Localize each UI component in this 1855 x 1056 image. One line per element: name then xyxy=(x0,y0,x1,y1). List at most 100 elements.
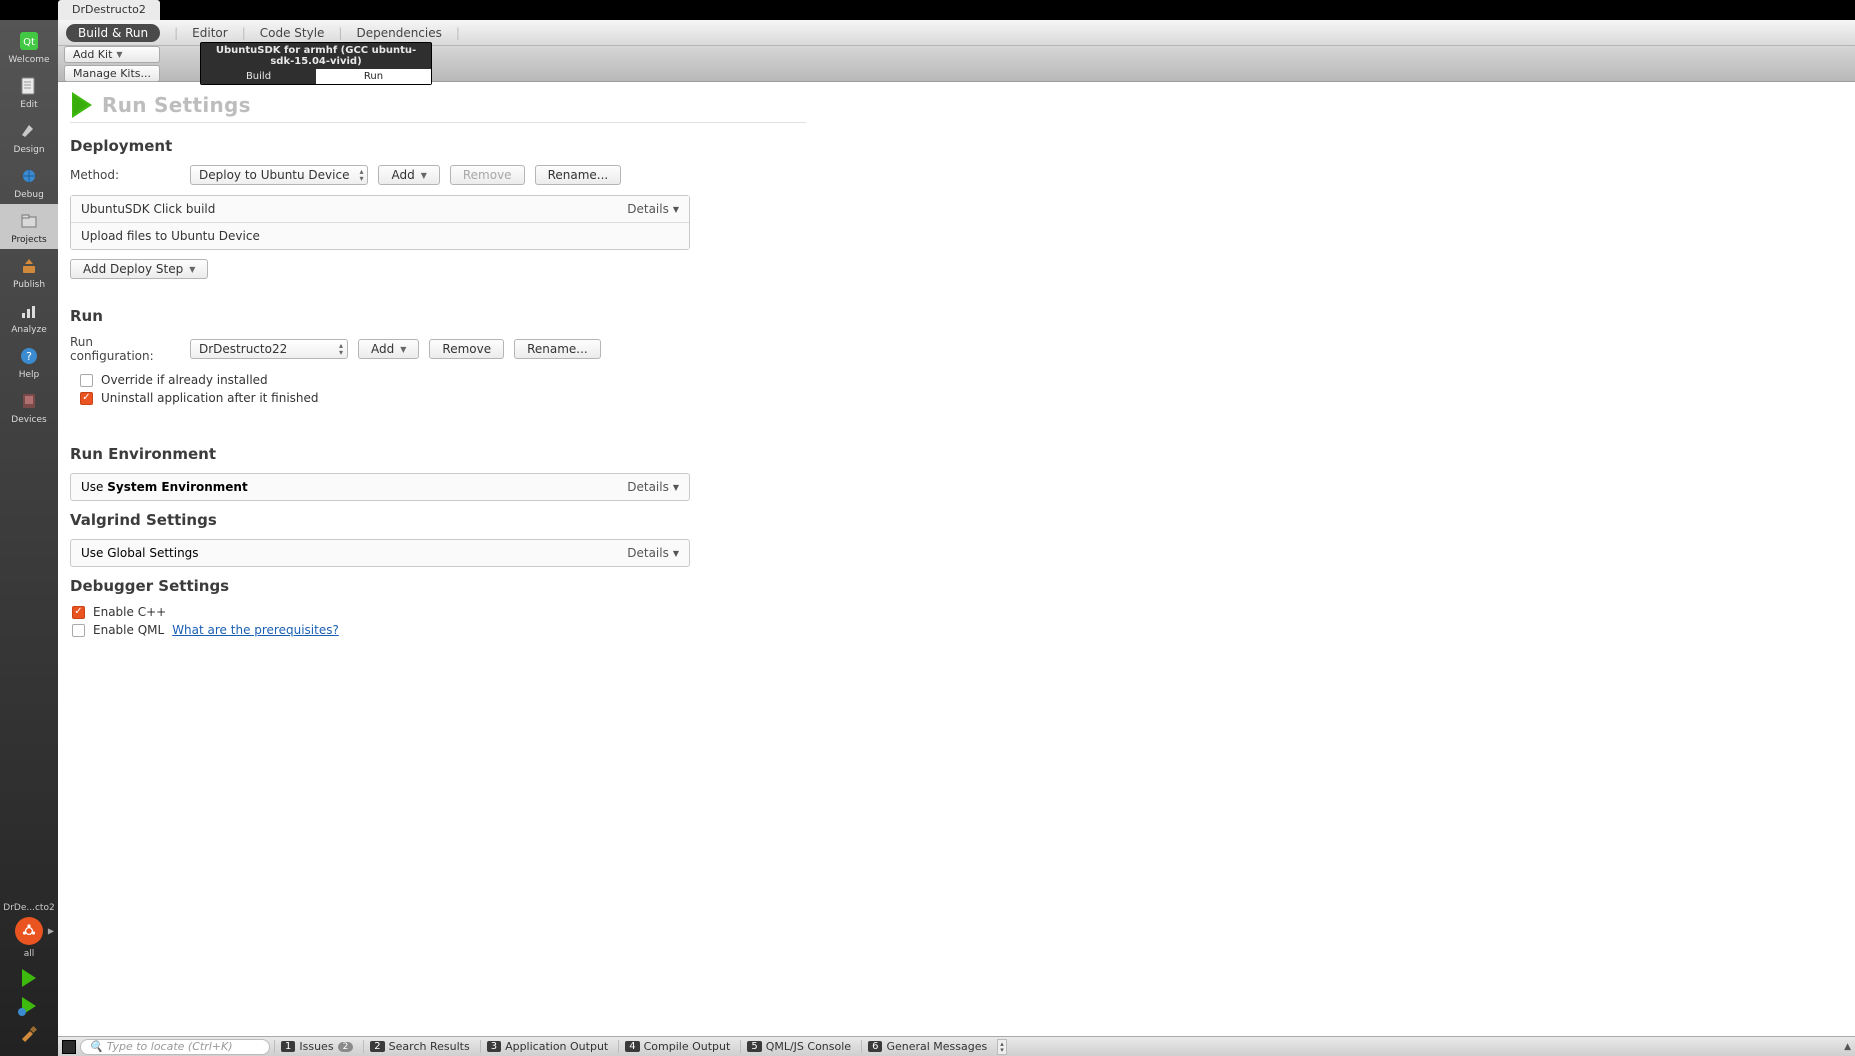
run-config-select[interactable]: DrDestructo22 ▴▾ xyxy=(190,339,348,359)
sidebar-item-projects[interactable]: Projects xyxy=(0,204,58,249)
sidebar-item-publish[interactable]: Publish xyxy=(0,249,58,294)
enable-qml-checkbox[interactable] xyxy=(72,624,85,637)
select-arrows-icon: ▴▾ xyxy=(339,342,343,356)
sidebar-item-label: Edit xyxy=(20,100,37,110)
debug-icon xyxy=(17,164,41,188)
add-deploy-step-button[interactable]: Add Deploy Step▼ xyxy=(70,259,208,279)
run-icon xyxy=(72,92,92,118)
deploy-step-row[interactable]: Upload files to Ubuntu Device xyxy=(71,223,689,249)
subtab-code-style[interactable]: Code Style xyxy=(260,26,325,40)
output-pane-issues[interactable]: 1Issues2 xyxy=(274,1040,359,1053)
deploy-remove-button[interactable]: Remove xyxy=(450,165,525,185)
override-checkbox[interactable] xyxy=(80,374,93,387)
subtab-build-run[interactable]: Build & Run xyxy=(66,24,160,42)
chevron-down-icon: ▼ xyxy=(116,50,122,59)
output-pane-qmljs[interactable]: 5QML/JS Console xyxy=(740,1040,857,1053)
ubuntu-icon xyxy=(15,917,43,945)
window-top-bar: DrDestructo2 xyxy=(0,0,1855,20)
run-remove-button[interactable]: Remove xyxy=(429,339,504,359)
projects-icon xyxy=(17,209,41,233)
deploy-rename-button[interactable]: Rename... xyxy=(535,165,622,185)
edit-icon xyxy=(17,74,41,98)
sidebar-item-help[interactable]: ? Help xyxy=(0,339,58,384)
publish-icon xyxy=(17,254,41,278)
chevron-right-icon: ▶ xyxy=(48,927,54,936)
deploy-step-row[interactable]: UbuntuSDK Click build Details▼ xyxy=(71,196,689,223)
kits-toolbar: Add Kit▼ Manage Kits... UbuntuSDK for ar… xyxy=(58,46,1855,82)
deploy-add-button[interactable]: Add▼ xyxy=(378,165,439,185)
design-icon xyxy=(17,119,41,143)
sidebar-item-label: Design xyxy=(13,145,44,155)
run-add-button[interactable]: Add▼ xyxy=(358,339,419,359)
kit-card: UbuntuSDK for armhf (GCC ubuntu-sdk-15.0… xyxy=(200,42,432,85)
uninstall-checkbox[interactable] xyxy=(80,392,93,405)
manage-kits-button[interactable]: Manage Kits... xyxy=(64,65,160,82)
section-debugger: Debugger Settings xyxy=(70,577,806,595)
kit-selector[interactable]: ▶ xyxy=(0,915,58,947)
method-select[interactable]: Deploy to Ubuntu Device ▴▾ xyxy=(190,165,368,185)
details-toggle[interactable]: Details▼ xyxy=(627,480,679,494)
chevron-down-icon: ▼ xyxy=(189,265,195,274)
deploy-step-label: UbuntuSDK Click build xyxy=(81,202,215,216)
page-header: Run Settings xyxy=(70,92,806,123)
method-label: Method: xyxy=(70,168,180,182)
env-row[interactable]: Use System Environment Details▼ xyxy=(70,473,690,501)
chevron-down-icon: ▼ xyxy=(673,549,679,558)
issues-count-badge: 2 xyxy=(338,1042,354,1052)
prerequisites-link[interactable]: What are the prerequisites? xyxy=(172,623,339,637)
progress-details-toggle[interactable]: ▲ xyxy=(1844,1042,1851,1052)
mode-sidebar: Qt Welcome Edit Design Debug Projects Pu… xyxy=(0,20,58,1056)
checkbox-label: Enable QML xyxy=(93,623,164,637)
deploy-steps: UbuntuSDK Click build Details▼ Upload fi… xyxy=(70,195,690,250)
section-deployment: Deployment xyxy=(70,137,806,155)
details-toggle[interactable]: Details▼ xyxy=(627,546,679,560)
output-pane-search[interactable]: 2Search Results xyxy=(363,1040,475,1053)
kit-title: UbuntuSDK for armhf (GCC ubuntu-sdk-15.0… xyxy=(201,43,431,69)
chevron-down-icon: ▼ xyxy=(400,345,406,354)
sidebar-item-label: Projects xyxy=(11,235,46,245)
sidebar-item-analyze[interactable]: Analyze xyxy=(0,294,58,339)
output-pane-general[interactable]: 6General Messages xyxy=(861,1040,993,1053)
checkbox-label: Uninstall application after it finished xyxy=(101,391,319,405)
project-tab[interactable]: DrDestructo2 xyxy=(58,0,160,20)
sidebar-item-welcome[interactable]: Qt Welcome xyxy=(0,24,58,69)
sidebar-item-label: Devices xyxy=(11,415,46,425)
select-arrows-icon: ▴▾ xyxy=(359,168,363,182)
valgrind-row[interactable]: Use Global Settings Details▼ xyxy=(70,539,690,567)
chevron-down-icon: ▼ xyxy=(421,171,427,180)
add-kit-button[interactable]: Add Kit▼ xyxy=(64,46,160,63)
section-run-environment: Run Environment xyxy=(70,445,806,463)
subtab-dependencies[interactable]: Dependencies xyxy=(356,26,441,40)
sidebar-toggle-button[interactable] xyxy=(62,1040,76,1054)
sidebar-item-label: Analyze xyxy=(11,325,46,335)
devices-icon xyxy=(17,389,41,413)
debug-run-button[interactable] xyxy=(22,997,36,1015)
analyze-icon xyxy=(17,299,41,323)
build-button[interactable] xyxy=(19,1025,39,1050)
sidebar-item-design[interactable]: Design xyxy=(0,114,58,159)
subtab-editor[interactable]: Editor xyxy=(192,26,228,40)
run-button[interactable] xyxy=(22,969,36,987)
sidebar-item-edit[interactable]: Edit xyxy=(0,69,58,114)
sidebar-item-devices[interactable]: Devices xyxy=(0,384,58,429)
locator-input[interactable]: 🔍 Type to locate (Ctrl+K) xyxy=(80,1039,270,1055)
sidebar-item-debug[interactable]: Debug xyxy=(0,159,58,204)
details-toggle[interactable]: Details▼ xyxy=(627,202,679,216)
active-project-label: DrDe...cto2 xyxy=(3,901,54,915)
output-pane-app-output[interactable]: 3Application Output xyxy=(480,1040,615,1053)
output-pane-stepper[interactable]: ▴▾ xyxy=(997,1039,1007,1055)
search-icon: 🔍 xyxy=(89,1040,103,1053)
status-bar: 🔍 Type to locate (Ctrl+K) 1Issues2 2Sear… xyxy=(58,1036,1855,1056)
section-run: Run xyxy=(70,307,806,325)
run-rename-button[interactable]: Rename... xyxy=(514,339,601,359)
checkbox-label: Override if already installed xyxy=(101,373,268,387)
qt-icon: Qt xyxy=(17,29,41,53)
sidebar-item-label: Publish xyxy=(13,280,45,290)
help-icon: ? xyxy=(17,344,41,368)
sidebar-item-label: Debug xyxy=(14,190,44,200)
chevron-down-icon: ▼ xyxy=(673,205,679,214)
enable-cpp-checkbox[interactable] xyxy=(72,606,85,619)
svg-text:?: ? xyxy=(26,350,32,363)
sidebar-item-label: Welcome xyxy=(8,55,49,65)
output-pane-compile[interactable]: 4Compile Output xyxy=(618,1040,736,1053)
